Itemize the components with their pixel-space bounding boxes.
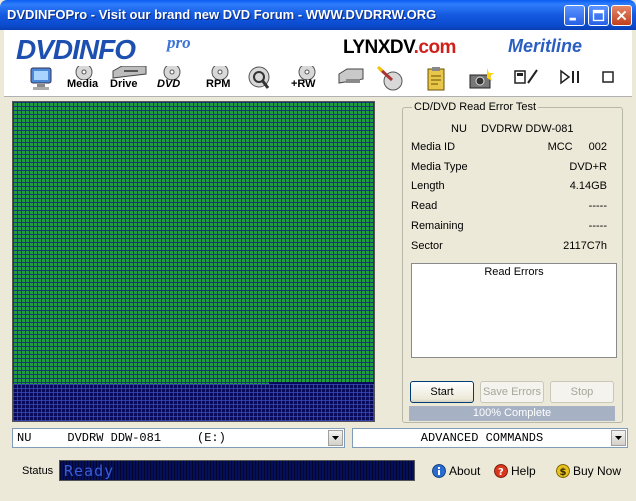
close-button[interactable] xyxy=(611,5,632,26)
read-errors-title: Read Errors xyxy=(484,266,544,278)
lynxdv-logo[interactable]: LYNXDV.com xyxy=(343,37,456,59)
window-title: DVDINFOPro - Visit our brand new DVD For… xyxy=(7,7,437,22)
chevron-down-icon xyxy=(615,436,622,440)
read-row: Read ----- xyxy=(411,200,607,214)
media-id-code: 002 xyxy=(588,141,607,153)
toolbar-media-label: Media xyxy=(67,78,99,90)
drive-select[interactable]: NU DVDRW DDW-081 (E:) xyxy=(12,428,345,448)
toolbar-banner: DVDINFO pro LYNXDV.com Meritline Media D… xyxy=(4,30,632,97)
help-icon: ? xyxy=(494,464,508,478)
media-id-row: Media ID MCC 002 xyxy=(411,141,607,155)
magnifier-disc-icon xyxy=(248,66,270,89)
length-value: 4.14GB xyxy=(569,180,607,192)
app-window: DVDINFOPro - Visit our brand new DVD For… xyxy=(0,0,636,501)
progress-label: 100% Complete xyxy=(472,407,552,419)
drive-tray-icon xyxy=(338,68,364,84)
dvdinfo-pro-logo: pro xyxy=(167,33,191,52)
advanced-commands-arrow[interactable] xyxy=(611,430,626,446)
media-type-label: Media Type xyxy=(411,161,468,173)
svg-text:$: $ xyxy=(560,467,567,478)
read-label: Read xyxy=(411,200,438,212)
media-id-value: MCC 002 xyxy=(548,141,607,153)
status-label: Status xyxy=(22,465,54,477)
media-id-label: Media ID xyxy=(411,141,456,153)
toolbar-brush-button[interactable] xyxy=(376,66,406,94)
read-error-test-title: CD/DVD Read Error Test xyxy=(412,101,539,113)
stop-button[interactable]: Stop xyxy=(550,381,614,403)
sector-value: 2117C7h xyxy=(563,240,607,252)
drive-select-arrow[interactable] xyxy=(328,430,343,446)
toolbar-tray-button[interactable] xyxy=(337,66,365,94)
toolbar-rpm-button[interactable]: RPM xyxy=(206,66,238,94)
media-type-value: DVD+R xyxy=(569,161,607,173)
status-display: Ready xyxy=(59,460,415,481)
toolbar-dvd-button[interactable]: DVD xyxy=(157,66,187,94)
minimize-icon xyxy=(569,17,576,21)
lynxdv-logo-main: LYNXDV xyxy=(343,37,414,58)
drive-name: NU DVDRW DDW-081 xyxy=(451,123,574,135)
read-error-test-panel: CD/DVD Read Error Test NU DVDRW DDW-081 M… xyxy=(402,101,623,423)
toolbar-monitor-button[interactable] xyxy=(28,66,56,94)
brush-disc-icon xyxy=(376,66,403,91)
camera-icon xyxy=(469,68,494,89)
maximize-icon xyxy=(592,9,605,22)
toolbar-restore-button[interactable] xyxy=(601,66,619,94)
media-id-manufacturer: MCC xyxy=(547,141,573,153)
toolbar-camera-button[interactable] xyxy=(467,66,495,94)
progress-bar: 100% Complete xyxy=(409,406,615,421)
dvdinfo-logo[interactable]: DVDINFO xyxy=(16,34,136,66)
drive-vendor: NU xyxy=(451,123,467,135)
toolbar-save-edit-button[interactable] xyxy=(514,66,542,94)
stop-play-icon xyxy=(560,69,579,85)
advanced-commands-value: ADVANCED COMMANDS xyxy=(420,431,544,445)
buy-now-link-label: Buy Now xyxy=(573,464,622,478)
save-errors-button[interactable]: Save Errors xyxy=(480,381,544,403)
drive-select-value: NU DVDRW DDW-081 (E:) xyxy=(17,431,226,445)
unread-sectors-area xyxy=(13,384,374,421)
meritline-logo[interactable]: Meritline xyxy=(508,36,582,57)
help-link-label: Help xyxy=(511,464,536,478)
remaining-label: Remaining xyxy=(411,220,464,232)
remaining-row: Remaining ----- xyxy=(411,220,607,234)
media-type-row: Media Type DVD+R xyxy=(411,161,607,175)
advanced-commands-select[interactable]: ADVANCED COMMANDS xyxy=(352,428,628,448)
start-button[interactable]: Start xyxy=(410,381,474,403)
maximize-button[interactable] xyxy=(588,5,609,26)
read-error-grid xyxy=(12,101,375,422)
toolbar-stop-play-button[interactable] xyxy=(559,66,583,94)
toolbar-media-button[interactable]: Media xyxy=(67,66,105,94)
toolbar-drive-label: Drive xyxy=(110,78,138,90)
length-row: Length 4.14GB xyxy=(411,180,607,194)
toolbar-rpm-label: RPM xyxy=(206,78,231,90)
sector-label: Sector xyxy=(411,240,443,252)
title-bar[interactable]: DVDINFOPro - Visit our brand new DVD For… xyxy=(0,0,636,30)
close-icon xyxy=(616,10,627,21)
window-restore-icon xyxy=(602,71,614,83)
status-text: Ready xyxy=(64,462,115,480)
read-errors-list[interactable]: Read Errors xyxy=(411,263,617,358)
clipboard-icon xyxy=(427,67,445,91)
scanned-sectors-area xyxy=(13,102,374,384)
chevron-down-icon xyxy=(332,436,339,440)
toolbar-plus-rw-label: +RW xyxy=(291,78,316,90)
toolbar-drive-button[interactable]: Drive xyxy=(110,66,150,94)
toolbar-scan-button[interactable] xyxy=(246,66,274,94)
about-link-label: About xyxy=(449,464,481,478)
info-icon xyxy=(432,464,446,478)
monitor-icon xyxy=(30,67,52,90)
read-value: ----- xyxy=(588,200,607,212)
dollar-icon: $ xyxy=(556,464,570,478)
toolbar-dvd-label: DVD xyxy=(157,78,181,90)
sector-row: Sector 2117C7h xyxy=(411,240,607,254)
toolbar-clipboard-button[interactable] xyxy=(425,66,449,94)
drive-model: DVDRW DDW-081 xyxy=(481,123,574,135)
svg-text:?: ? xyxy=(498,467,504,478)
remaining-value: ----- xyxy=(588,220,607,232)
lynxdv-logo-suffix: .com xyxy=(413,37,457,58)
toolbar-plus-rw-button[interactable]: +RW xyxy=(291,66,325,94)
save-edit-icon xyxy=(514,69,538,84)
length-label: Length xyxy=(411,180,445,192)
minimize-button[interactable] xyxy=(564,5,585,26)
